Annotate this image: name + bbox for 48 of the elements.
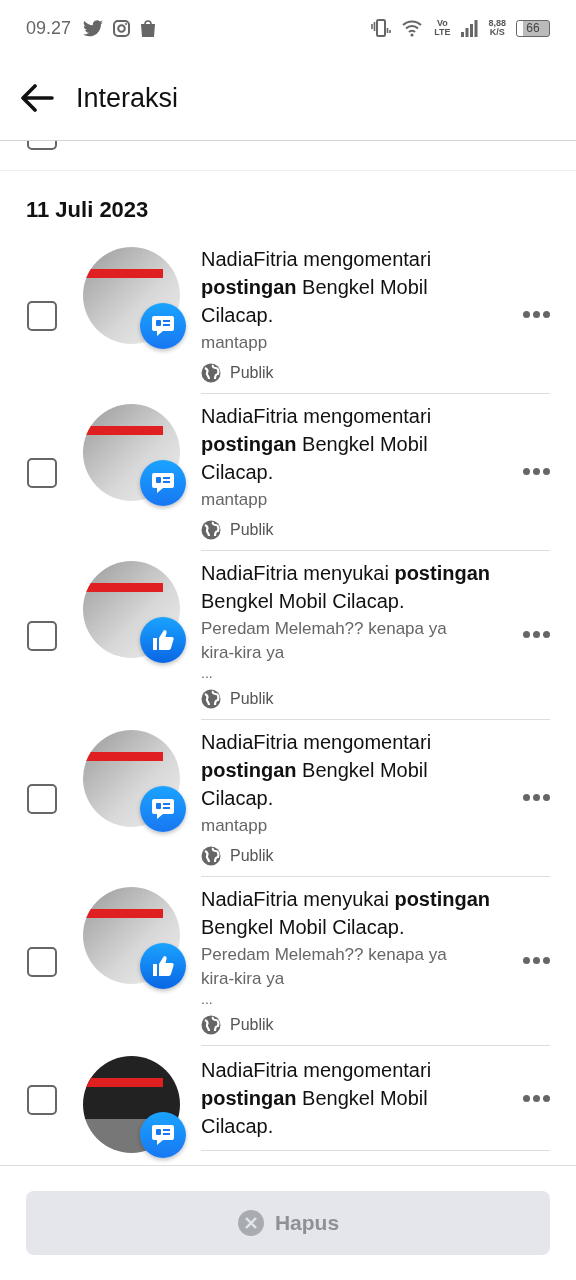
activity-text: NadiaFitria mengomentari postingan Bengkel Mobil Cilacap.: [201, 730, 433, 811]
checkbox[interactable]: [27, 620, 57, 651]
post-snippet: mantapp: [201, 332, 269, 354]
privacy-label: Publik: [230, 690, 274, 708]
checkbox[interactable]: [27, 783, 57, 814]
post-snippet: mantapp: [201, 815, 269, 837]
vibrate-icon: [370, 19, 393, 37]
comment-icon: [140, 460, 186, 506]
comment-icon: [140, 1112, 186, 1158]
snippet-ellipsis: ...: [201, 991, 214, 1007]
snippet-ellipsis: ...: [201, 665, 214, 681]
globe-icon: [201, 363, 221, 383]
globe-icon: [201, 1015, 221, 1035]
privacy-label: Publik: [230, 521, 274, 539]
thumbs-up-icon: [140, 617, 186, 663]
globe-icon: [201, 846, 221, 866]
activity-text: NadiaFitria mengomentari postingan Bengkel Mobil Cilacap.: [201, 1058, 433, 1139]
post-snippet: Peredam Melemah?? kenapa ya kira-kira ya: [201, 944, 448, 990]
checkbox[interactable]: [27, 457, 57, 488]
bird-icon: [83, 19, 104, 37]
activity-text: NadiaFitria mengomentari postingan Bengkel Mobil Cilacap.: [201, 404, 433, 485]
post-snippet: mantapp: [201, 489, 269, 511]
checkbox[interactable]: [27, 946, 57, 977]
battery-level: 66: [516, 19, 550, 37]
close-circle-icon: [236, 1209, 265, 1237]
comment-icon: [140, 786, 186, 832]
post-snippet: Peredam Melemah?? kenapa ya kira-kira ya: [201, 618, 448, 664]
activity-text: NadiaFitria menyukai postingan Bengkel Mobil Cilacap.: [201, 561, 491, 614]
activity-text: NadiaFitria menyukai postingan Bengkel Mobil Cilacap.: [201, 887, 491, 940]
checkbox[interactable]: [27, 300, 57, 331]
network-speed: 8,88 K/S: [488, 19, 506, 37]
globe-icon: [201, 689, 221, 709]
thumbs-up-icon: [140, 943, 186, 989]
back-button[interactable]: [20, 84, 54, 112]
page-title: Interaksi: [76, 82, 179, 114]
globe-icon: [201, 520, 221, 540]
checkbox[interactable]: [27, 1084, 57, 1115]
privacy-label: Publik: [230, 847, 274, 865]
shopping-bag-icon: [140, 19, 157, 37]
comment-icon: [140, 303, 186, 349]
signal-icon: [460, 19, 479, 37]
camera-icon: [113, 19, 131, 37]
network-type: Vo LTE: [434, 19, 451, 37]
date-heading: 11 Juli 2023: [25, 196, 150, 224]
privacy-label: Publik: [230, 1016, 274, 1034]
status-time: 09.27: [26, 17, 72, 39]
activity-text: NadiaFitria mengomentari postingan Bengkel Mobil Cilacap.: [201, 247, 433, 328]
privacy-label: Publik: [230, 364, 274, 382]
